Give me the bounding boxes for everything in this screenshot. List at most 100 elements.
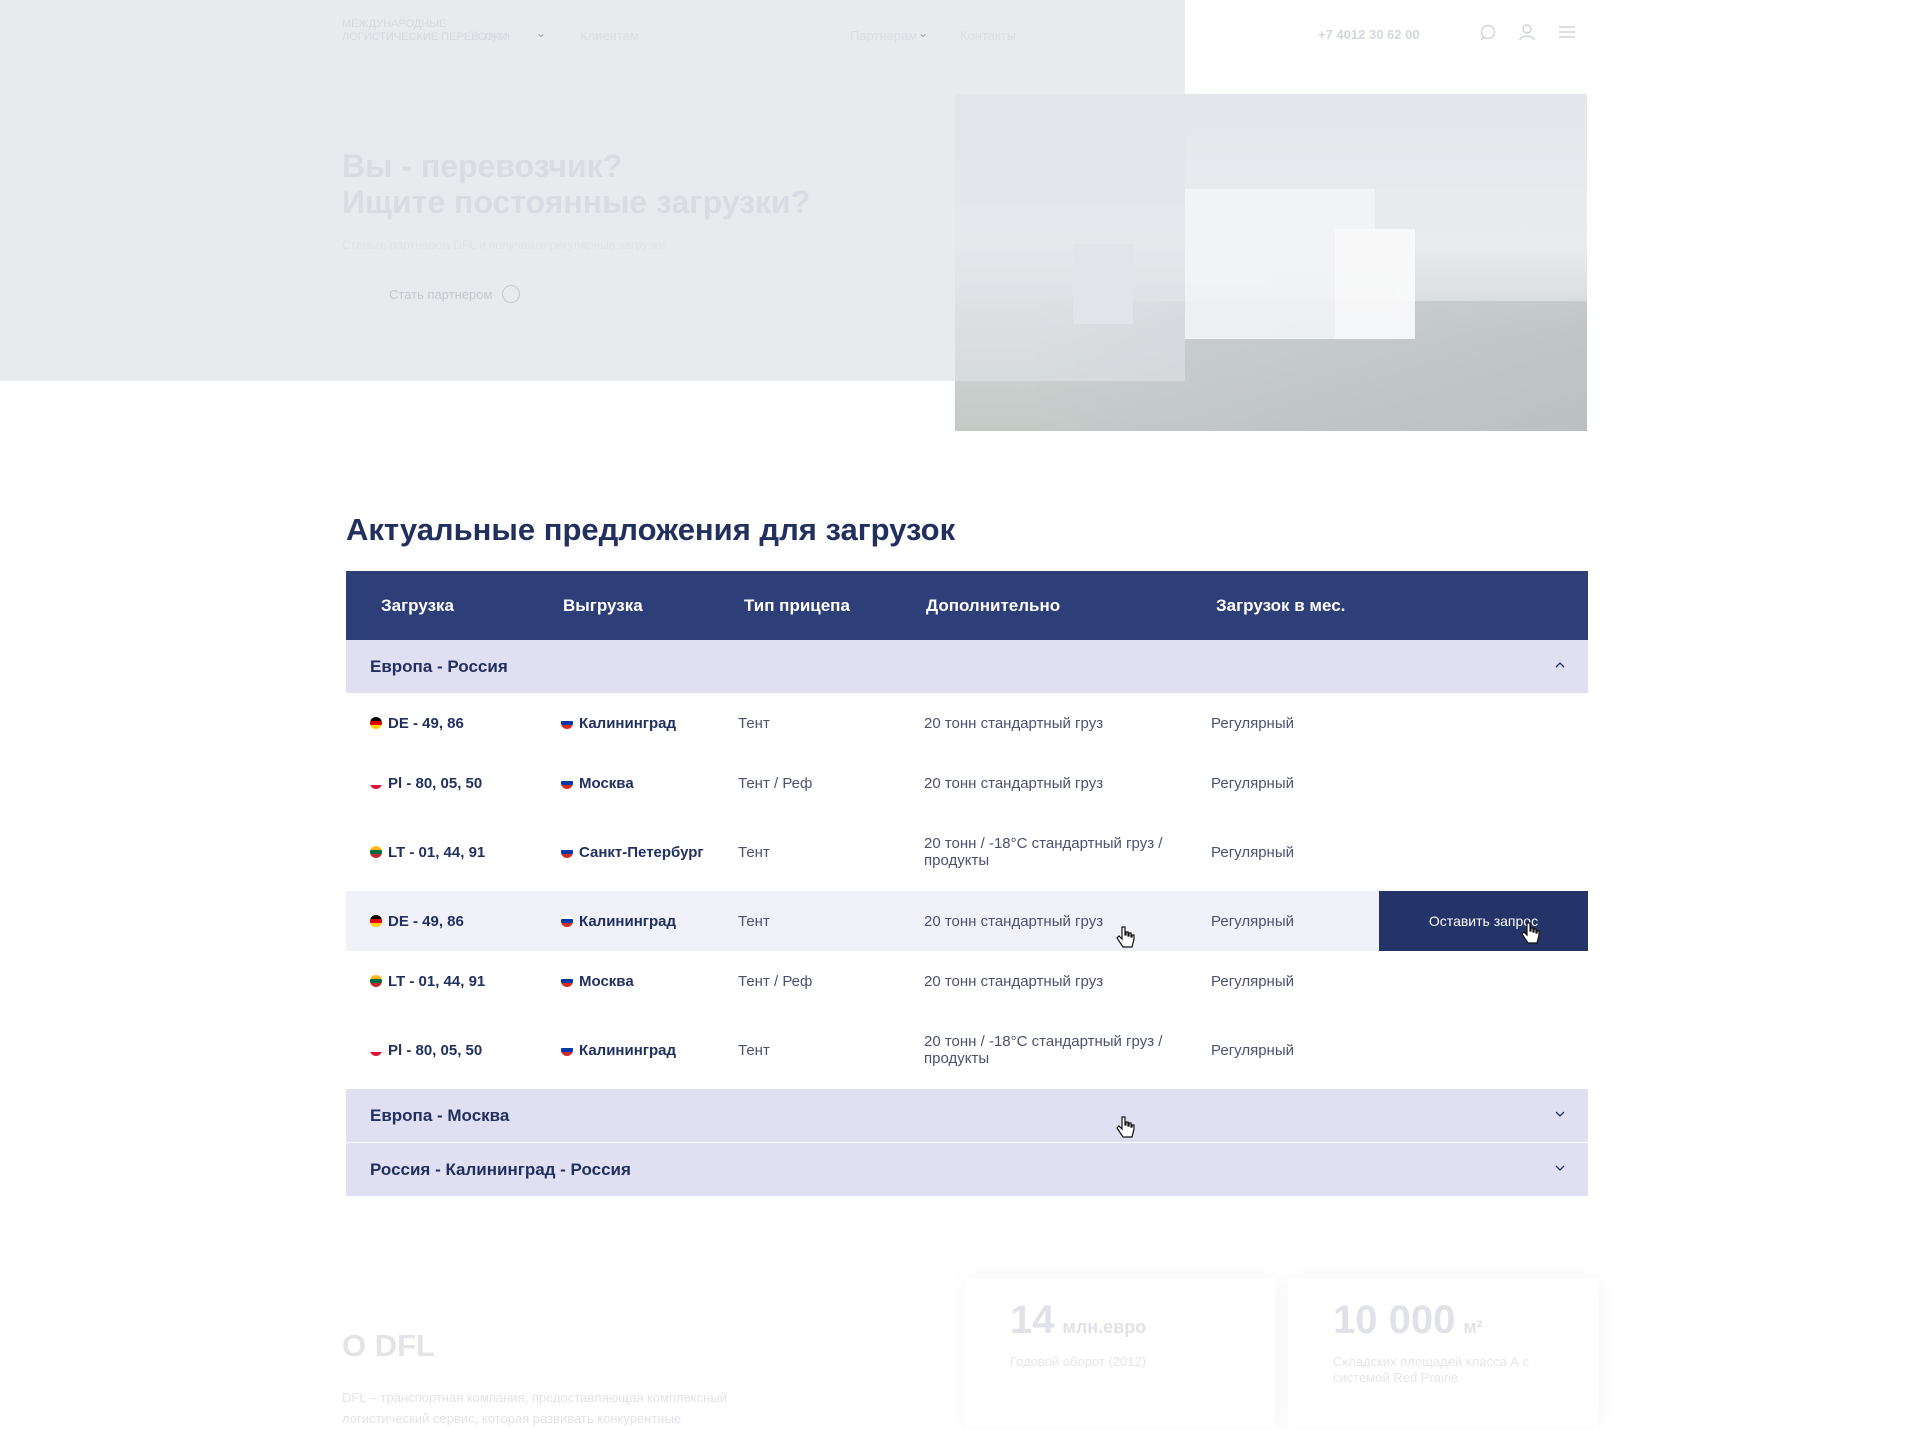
cell-text: Регулярный: [1211, 972, 1294, 990]
cell-text: 20 тонн / -18°C стандартный груз / проду…: [924, 835, 1163, 869]
cell-to: Калининград: [561, 1011, 736, 1089]
cell-text: 20 тонн стандартный груз: [924, 714, 1104, 732]
cell-from: Pl - 80, 05, 50: [370, 1011, 550, 1089]
hero-truck-image: [955, 94, 1587, 431]
column-header: Тип прицепа: [744, 596, 850, 615]
flag-de-icon: [370, 915, 382, 927]
cell-to: Санкт-Петербург: [561, 813, 736, 891]
group-header-russia-kaliningrad-russia[interactable]: Россия - Калининград - Россия: [346, 1142, 1588, 1196]
cell-trailer: Тент / Реф: [738, 951, 908, 1011]
flag-de-icon: [370, 717, 382, 729]
cell-text: Регулярный: [1211, 843, 1294, 861]
become-partner-button[interactable]: Стать партнером: [389, 285, 521, 303]
cell-text: Калининград: [579, 714, 677, 732]
cell-text: 20 тонн стандартный груз: [924, 972, 1104, 990]
cell-text: 20 тонн стандартный груз: [924, 774, 1104, 792]
nav-contacts[interactable]: Контакты: [960, 28, 1016, 43]
cell-freq: Регулярный: [1211, 753, 1371, 813]
flag-lt-icon: [370, 975, 382, 987]
group-rows: DE - 49, 86 Калининград Тент 20 тонн станда…: [346, 693, 1588, 1089]
column-header: Дополнительно: [926, 596, 1061, 615]
cell-text: 20 тонн стандартный груз: [924, 912, 1104, 930]
nav-services[interactable]: Услуги: [470, 28, 510, 43]
cell-trailer: Тент: [738, 1011, 908, 1089]
chevron-down-icon: [1555, 1165, 1565, 1171]
cell-from: Pl - 80, 05, 50: [370, 753, 550, 813]
stat-card-warehouse: 10 000 м² Складских площадей класса А с с…: [1288, 1278, 1598, 1428]
cell-text: Тент: [738, 1041, 770, 1059]
cell-text: Pl - 80, 05, 50: [388, 774, 483, 792]
cell-trailer: Тент: [738, 891, 908, 951]
cell-text: Тент: [738, 843, 770, 861]
cell-text: Регулярный: [1211, 1041, 1294, 1059]
cell-extra: 20 тонн стандартный груз: [924, 951, 1194, 1011]
hand-cursor-icon: [1521, 922, 1540, 944]
table-row[interactable]: Pl - 80, 05, 50 Москва Тент / Реф 20 тонн с…: [346, 753, 1588, 813]
about-text: DFL – транспортная компания, предоставля…: [342, 1390, 727, 1426]
menu-icon[interactable]: [1557, 22, 1577, 42]
group-label: Россия - Калининград - Россия: [370, 1160, 631, 1179]
chevron-down-icon: [1555, 1111, 1565, 1117]
cell-extra: 20 тонн стандартный груз: [924, 753, 1194, 813]
leave-request-button[interactable]: Оставить запрос: [1379, 891, 1588, 951]
cell-freq: Регулярный: [1211, 1011, 1371, 1089]
cell-text: Санкт-Петербург: [579, 843, 704, 861]
table-row[interactable]: LT - 01, 44, 91 Санкт-Петербург Тент 20 тон…: [346, 813, 1588, 891]
cell-text: Тент / Реф: [738, 972, 813, 990]
stat-value: 10 000: [1333, 1298, 1456, 1342]
stat-caption: Годовой оборот (2012): [1010, 1354, 1147, 1369]
flag-ru-icon: [561, 846, 573, 858]
group-header-europe-moscow[interactable]: Европа - Москва: [346, 1089, 1588, 1142]
cell-from: LT - 01, 44, 91: [370, 951, 550, 1011]
flag-ru-icon: [561, 915, 573, 927]
group-label: Европа - Россия: [370, 657, 508, 676]
column-header: Загрузок в мес.: [1216, 596, 1346, 615]
chevron-up-icon: [1555, 662, 1565, 668]
cell-freq: Регулярный: [1211, 891, 1371, 951]
cell-to: Москва: [561, 753, 736, 813]
cell-text: Регулярный: [1211, 714, 1294, 732]
hand-cursor-icon: [1116, 926, 1135, 948]
chat-icon[interactable]: [1478, 22, 1498, 42]
table-row[interactable]: DE - 49, 86 Калининград Тент 20 тонн станда…: [346, 891, 1588, 951]
column-header: Выгрузка: [563, 596, 643, 615]
stat-unit: м²: [1463, 1317, 1483, 1337]
stat-value: 14: [1010, 1298, 1055, 1342]
cell-extra: 20 тонн стандартный груз: [924, 693, 1194, 753]
cell-freq: Регулярный: [1211, 813, 1371, 891]
flag-pl-icon: [370, 777, 382, 789]
cell-trailer: Тент: [738, 813, 908, 891]
cell-from: LT - 01, 44, 91: [370, 813, 550, 891]
table-row[interactable]: DE - 49, 86 Калининград Тент 20 тонн станда…: [346, 693, 1588, 753]
group-header-europe-russia[interactable]: Европа - Россия: [346, 640, 1588, 693]
cell-text: Регулярный: [1211, 912, 1294, 930]
table-row[interactable]: Pl - 80, 05, 50 Калининград Тент 20 тонн / …: [346, 1011, 1588, 1089]
cell-text: Pl - 80, 05, 50: [388, 1041, 483, 1059]
nav-clients[interactable]: Клиентам: [580, 28, 639, 43]
phone-number[interactable]: +7 4012 30 62 00: [1318, 27, 1420, 42]
user-icon[interactable]: [1517, 22, 1537, 42]
cell-text: Москва: [579, 774, 634, 792]
offers-table: Загрузка Выгрузка Тип прицепа Дополнител…: [346, 571, 1588, 1196]
chevron-down-icon: ⌄: [536, 26, 547, 40]
flag-lt-icon: [370, 846, 382, 858]
flag-ru-icon: [561, 777, 573, 789]
cell-text: DE - 49, 86: [388, 912, 464, 930]
cell-from: DE - 49, 86: [370, 693, 550, 753]
cell-to: Калининград: [561, 891, 736, 951]
flag-pl-icon: [370, 1044, 382, 1056]
stat-card-turnover: 14 млн.евро Годовой оборот (2012): [965, 1278, 1275, 1428]
hero-subtitle: Станьте партнером DFL и получайте регуля…: [342, 238, 666, 252]
hero-title: Вы - перевозчик? Ищите постоянные загруз…: [342, 148, 811, 220]
become-partner-label: Стать партнером: [389, 286, 493, 302]
cell-text: 20 тонн / -18°C стандартный груз / проду…: [924, 1033, 1163, 1067]
hand-icon: [502, 285, 521, 303]
nav-partners[interactable]: Партнерам: [850, 28, 917, 43]
cell-text: Тент / Реф: [738, 774, 813, 792]
cell-trailer: Тент: [738, 693, 908, 753]
table-row[interactable]: LT - 01, 44, 91 Москва Тент / Реф 20 тонн с…: [346, 951, 1588, 1011]
flag-ru-icon: [561, 717, 573, 729]
cell-to: Калининград: [561, 693, 736, 753]
cell-text: Москва: [579, 972, 634, 990]
cell-text: LT - 01, 44, 91: [388, 843, 486, 861]
